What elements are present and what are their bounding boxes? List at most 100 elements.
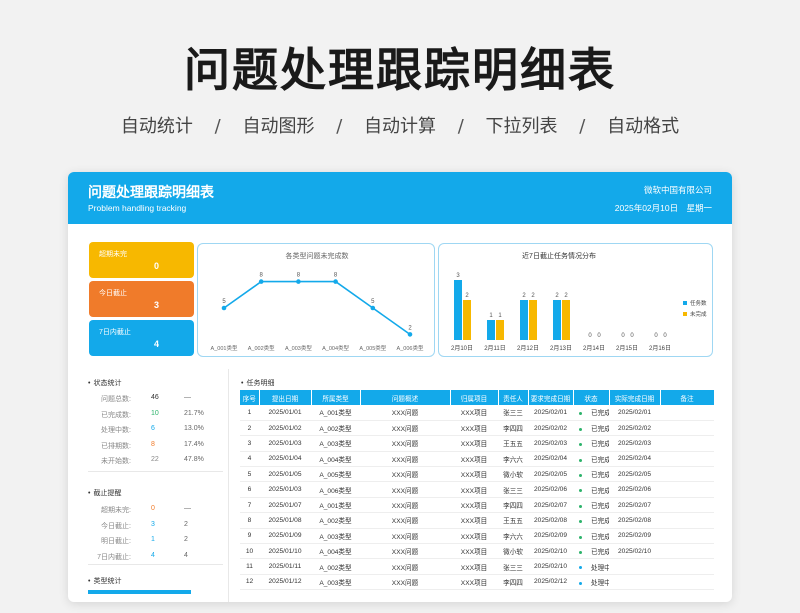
deadline-label: 7日内截止: (97, 553, 131, 561)
table-cell: 张三三 (498, 405, 528, 421)
status-dot-icon (579, 458, 582, 462)
table-cell: 2025/02/03 (528, 435, 573, 452)
data-point (296, 279, 301, 284)
panel-divider (228, 369, 229, 602)
line-chart: 各类型问题未完成数 5 A_001类型 8 A_002类型 8 A_003类型 8 A_004类… (211, 251, 424, 352)
table-cell: 2025/01/12 (259, 574, 311, 591)
column-header[interactable]: 备注 (660, 390, 715, 405)
kpi-due-today: 今日截止 3 (89, 281, 194, 317)
table-row[interactable]: 11 2025/01/11 A_002类型 XXX问题 XXX项目 张三三 2025/02/… (240, 558, 714, 575)
column-header[interactable]: 责任人 (498, 390, 529, 405)
x-tick-label: A_002类型 (248, 344, 275, 352)
tag-auto-graph: 自动图形 (242, 116, 315, 137)
table-row[interactable]: 12 2025/01/12 A_003类型 XXX问题 XXX项目 李四四 2025/02/… (240, 574, 714, 591)
table-cell: 2025/02/05 (528, 466, 573, 483)
table-cell: 已完成 (573, 435, 609, 452)
table-cell: XXX问题 (360, 481, 450, 498)
column-header[interactable]: 状态 (573, 390, 610, 405)
table-cell: A_005类型 (311, 466, 360, 483)
table-cell: 11 (240, 558, 259, 575)
tag-separator: / (336, 116, 343, 137)
table-cell: 2025/02/09 (528, 528, 573, 545)
column-header[interactable]: 提出日期 (259, 390, 312, 405)
table-cell: A_002类型 (311, 558, 360, 575)
table-cell: 已完成 (573, 420, 609, 437)
bar (520, 300, 528, 340)
table-cell (609, 558, 660, 575)
status-label: 处理中数: (101, 427, 131, 434)
table-row[interactable]: 6 2025/01/03 A_006类型 XXX问题 XXX项目 张三三 2025/02/0… (240, 481, 714, 498)
table-cell: 2025/02/12 (528, 574, 573, 591)
table-cell: 2025/02/03 (609, 435, 660, 452)
status-dot-icon (579, 520, 582, 524)
kpi-label: 7日内截止 (99, 329, 131, 336)
table-row[interactable]: 1 2025/01/01 A_001类型 XXX问题 XXX项目 张三三 2025/02/0… (240, 405, 714, 421)
tag-separator: / (457, 116, 464, 137)
legend-swatch (683, 312, 687, 316)
table-cell: XXX项目 (450, 543, 498, 560)
kpi-label: 超期未完 (99, 251, 127, 258)
status-text: 已完成 (591, 549, 609, 557)
x-tick-label: 2月13日 (550, 345, 572, 352)
table-cell: 2025/01/08 (259, 512, 311, 529)
table-row[interactable]: 10 2025/01/10 A_004类型 XXX问题 XXX项目 微小软 2025/02/… (240, 543, 714, 560)
data-label: 8 (334, 273, 338, 279)
table-row[interactable]: 7 2025/01/07 A_001类型 XXX问题 XXX项目 李四四 2025/02/0… (240, 497, 714, 514)
deadline-label: 今日截止: (101, 522, 131, 530)
deadline-row: 超期未完: 0 — (78, 502, 226, 517)
data-label: 2 (564, 293, 568, 299)
column-header[interactable]: 序号 (240, 390, 260, 405)
table-row[interactable]: 8 2025/01/08 A_002类型 XXX问题 XXX项目 王五五 2025/02/0… (240, 512, 714, 529)
table-cell: 微小软 (498, 543, 528, 560)
table-cell (660, 558, 714, 575)
table-cell: A_002类型 (311, 512, 360, 529)
data-label: 0 (663, 333, 667, 339)
table-cell: 已完成 (573, 481, 609, 498)
status-dot-icon (579, 489, 582, 493)
deadline-value-a: 0 (151, 505, 155, 512)
tag-separator: / (579, 116, 586, 137)
data-label: 2 (465, 293, 469, 299)
column-header[interactable]: 归属项目 (450, 390, 499, 405)
status-label: 未开始数: (101, 458, 131, 465)
column-header[interactable]: 实际完成日期 (609, 390, 661, 405)
task-detail-title: 任务明细 (241, 378, 274, 388)
data-label: 0 (621, 333, 625, 339)
deadline-value-a: 3 (151, 520, 155, 528)
deadline-value-a: 4 (151, 551, 155, 559)
data-label: 0 (597, 333, 601, 339)
deadline-value-b: 2 (184, 520, 188, 528)
table-row[interactable]: 4 2025/01/04 A_004类型 XXX问题 XXX项目 李六六 2025/02/0… (240, 451, 714, 468)
table-row[interactable]: 5 2025/01/05 A_005类型 XXX问题 XXX项目 微小软 2025/02/0… (240, 466, 714, 483)
status-count: 10 (151, 409, 159, 417)
column-header[interactable]: 要求完成日期 (528, 390, 574, 405)
table-cell: 2025/01/02 (259, 420, 311, 437)
kpi-label: 今日截止 (99, 290, 127, 297)
table-row[interactable]: 2 2025/01/02 A_002类型 XXX问题 XXX项目 李四四 2025/02/0… (240, 420, 714, 437)
table-cell: 2025/02/06 (528, 481, 573, 498)
data-point (370, 305, 376, 311)
type-stats-bar (88, 590, 191, 594)
status-dot-icon (579, 550, 582, 554)
table-cell: 10 (240, 543, 259, 560)
data-label: 5 (371, 299, 375, 305)
table-cell: 2025/01/10 (259, 543, 311, 560)
status-text: 已完成 (591, 518, 609, 526)
table-cell: 李四四 (498, 420, 528, 437)
table-cell: 已完成 (573, 466, 609, 483)
status-dot-icon (579, 535, 582, 539)
data-label: 1 (498, 313, 502, 319)
column-header[interactable]: 问题概述 (360, 390, 451, 405)
table-cell: 12 (240, 574, 259, 591)
table-cell: 处理中 (573, 558, 609, 575)
data-label: 8 (260, 273, 264, 279)
table-cell: 已完成 (573, 543, 609, 560)
column-header[interactable]: 所属类型 (311, 390, 361, 405)
table-row[interactable]: 3 2025/01/03 A_003类型 XXX问题 XXX项目 王五五 2025/02/0… (240, 435, 714, 452)
table-cell (660, 451, 714, 468)
table-cell: A_001类型 (311, 497, 360, 514)
table-cell: 2025/02/02 (609, 420, 660, 437)
table-cell: A_003类型 (311, 528, 360, 545)
dashboard-card: 问题处理跟踪明细表 Problem handling tracking 微软中国… (68, 172, 732, 602)
table-row[interactable]: 9 2025/01/09 A_003类型 XXX问题 XXX项目 李六六 2025/02/0… (240, 528, 714, 545)
